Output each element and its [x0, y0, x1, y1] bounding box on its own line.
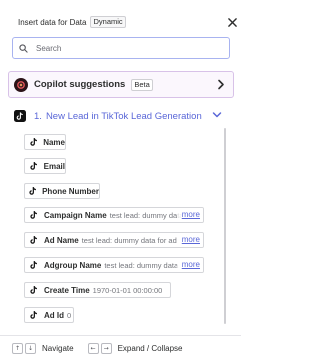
- chevron-right-icon: [218, 79, 224, 90]
- field-label: Adgroup Name: [44, 260, 102, 270]
- tiktok-icon: [28, 259, 40, 271]
- step-title: New Lead in TikTok Lead Generation: [45, 110, 202, 122]
- tiktok-icon: [28, 234, 40, 246]
- more-link[interactable]: more: [176, 233, 203, 247]
- step-number: 1.: [34, 110, 42, 122]
- field-value: test lead: dummy data: [109, 210, 184, 220]
- field-value: 0: [67, 310, 72, 320]
- copilot-label: Copilot suggestions: [34, 79, 126, 90]
- scrollbar[interactable]: [224, 128, 226, 324]
- field-campaign-name[interactable]: Campaign Name test lead: dummy data more: [24, 207, 204, 223]
- navigate-hint: Navigate: [42, 343, 74, 353]
- field-label: Create Time: [44, 285, 90, 295]
- arrow-up-key: ↑: [12, 342, 23, 354]
- expand-collapse-hint: Expand / Collapse: [117, 343, 183, 353]
- tiktok-icon: [28, 309, 40, 321]
- panel-title: Insert data for Data: [18, 17, 87, 27]
- more-link[interactable]: more: [176, 208, 203, 222]
- field-value: test lead: dummy data: [104, 260, 179, 270]
- chevron-down-icon: [212, 112, 222, 118]
- field-label: Ad Name: [44, 235, 79, 245]
- field-label: Campaign Name: [44, 210, 107, 220]
- search-box[interactable]: [12, 37, 230, 59]
- close-button[interactable]: [223, 14, 241, 30]
- arrow-down-key: ↓: [25, 342, 36, 354]
- arrow-left-key: ←: [87, 342, 99, 354]
- search-input[interactable]: [34, 42, 218, 54]
- close-icon: [227, 17, 237, 27]
- more-link[interactable]: more: [176, 258, 203, 272]
- tiktok-icon: [28, 209, 40, 221]
- field-label: Name: [43, 137, 65, 147]
- beta-badge: Beta: [131, 78, 153, 91]
- copilot-icon: [14, 77, 28, 92]
- copilot-suggestions-button[interactable]: Copilot suggestions Beta: [8, 71, 234, 98]
- field-ad-id[interactable]: Ad Id 0: [24, 307, 74, 323]
- field-phone-number[interactable]: Phone Number: [24, 183, 100, 199]
- field-adgroup-name[interactable]: Adgroup Name test lead: dummy data more: [24, 257, 204, 273]
- field-label: Phone Number: [42, 186, 99, 196]
- tiktok-icon: [28, 284, 40, 296]
- field-value: 1970-01-01 00:00:00: [92, 285, 163, 295]
- insert-data-panel: Insert data for Data Dynamic Copilot sug…: [0, 0, 241, 360]
- field-value: test lead: dummy data for ad: [81, 235, 177, 245]
- field-ad-name[interactable]: Ad Name test lead: dummy data for ad mor…: [24, 232, 204, 248]
- field-email[interactable]: Email: [24, 158, 66, 174]
- field-label: Ad Id: [44, 310, 64, 320]
- field-name[interactable]: Name: [24, 134, 66, 150]
- arrow-right-key: →: [100, 342, 112, 354]
- search-icon: [19, 43, 28, 53]
- tiktok-icon: [28, 136, 39, 148]
- tiktok-icon: [28, 160, 40, 172]
- tiktok-icon: [14, 110, 26, 122]
- field-create-time[interactable]: Create Time 1970-01-01 00:00:00: [24, 282, 171, 298]
- trigger-step-header[interactable]: 1. New Lead in TikTok Lead Generation: [14, 107, 234, 125]
- keyboard-hints-footer: ↑ ↓ Navigate ← → Expand / Collapse: [0, 335, 241, 360]
- field-label: Email: [43, 161, 65, 171]
- tiktok-icon: [28, 185, 38, 197]
- panel-header: Insert data for Data Dynamic: [18, 14, 241, 30]
- dynamic-badge: Dynamic: [90, 16, 126, 28]
